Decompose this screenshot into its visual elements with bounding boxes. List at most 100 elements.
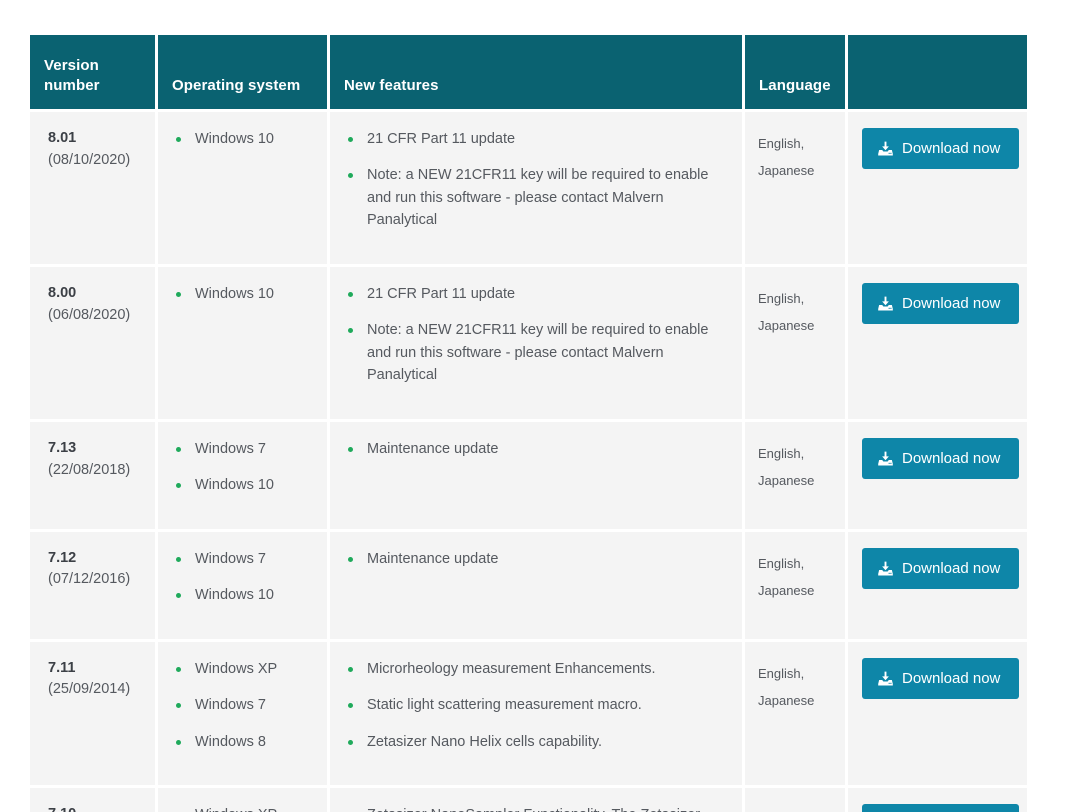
table-row: 7.11 (25/09/2014) Windows XP Windows 7 Windo…: [30, 641, 1027, 786]
column-header-action: [848, 35, 1027, 109]
cell-download-action: Download now: [848, 112, 1027, 264]
table-header-row: Version number Operating system New feat…: [30, 35, 1027, 109]
download-now-button[interactable]: Download now: [862, 282, 1020, 324]
operating-system-item: Windows 10: [172, 584, 313, 606]
new-features-list: Microrheology measurement Enhancements. S…: [344, 658, 728, 753]
download-icon: [878, 671, 893, 686]
new-features-item: Microrheology measurement Enhancements.: [344, 658, 728, 680]
new-features-list: Maintenance update: [344, 438, 728, 460]
version-release-date: (07/12/2016): [48, 571, 131, 588]
new-features-item: Zetasizer NanoSampler Functionality. The…: [344, 804, 728, 812]
cell-version-number: 8.00 (06/08/2020): [30, 266, 155, 419]
cell-new-features: 21 CFR Part 11 update Note: a NEW 21CFR11…: [330, 112, 742, 264]
operating-system-list: Windows XPWindows 7Windows 8: [172, 804, 313, 812]
download-icon: [878, 296, 893, 311]
download-now-button[interactable]: Download now: [862, 128, 1020, 169]
operating-system-item: Windows 10: [172, 128, 313, 150]
cell-new-features: Microrheology measurement Enhancements. S…: [330, 641, 742, 786]
new-features-item: Zetasizer Nano Helix cells capability.: [344, 731, 728, 753]
cell-version-number: 7.10(16/04/2014): [30, 788, 155, 812]
operating-system-list: Windows XP Windows 7 Windows 8: [172, 658, 313, 753]
operating-system-item: Windows 7: [172, 438, 313, 460]
language-value: Japanese: [758, 318, 815, 334]
column-header-version-number: Version number: [30, 35, 155, 109]
cell-operating-system: Windows 10: [158, 112, 327, 264]
new-features-list: Maintenance update: [344, 548, 728, 570]
version-number-value: 8.00: [48, 284, 77, 301]
download-now-button-label: Download now: [902, 449, 1001, 467]
cell-download-action: Download now: [848, 421, 1027, 529]
version-release-date: (25/09/2014): [48, 681, 131, 698]
operating-system-item: Windows XP: [172, 658, 313, 680]
version-number-value: 7.11: [48, 659, 76, 676]
language-value: English,: [758, 806, 831, 812]
download-now-button[interactable]: Download now: [862, 657, 1020, 699]
table-row: 7.10(16/04/2014) Windows XPWindows 7Windo…: [30, 788, 1027, 812]
cell-operating-system: Windows 7 Windows 10: [158, 531, 327, 639]
language-value: English,: [758, 555, 805, 571]
download-icon: [878, 561, 893, 576]
cell-language: English, Japanese: [745, 641, 845, 786]
cell-language: English,Japanese: [745, 788, 845, 812]
operating-system-item: Windows XP: [172, 804, 313, 812]
table-body: 8.01 (08/10/2020) Windows 10 21 CFR Part 11…: [30, 112, 1027, 812]
version-release-date: (08/10/2020): [48, 151, 131, 168]
operating-system-list: Windows 10: [172, 283, 313, 305]
cell-operating-system: Windows XPWindows 7Windows 8: [158, 788, 327, 812]
page-root: Version number Operating system New feat…: [0, 0, 1080, 812]
cell-operating-system: Windows 7 Windows 10: [158, 421, 327, 529]
download-now-button[interactable]: Download now: [862, 804, 1020, 812]
language-value: English,: [758, 290, 805, 306]
version-release-date: (22/08/2018): [48, 461, 131, 478]
new-features-item: Note: a NEW 21CFR11 key will be required…: [344, 319, 728, 386]
download-now-button[interactable]: Download now: [862, 547, 1020, 589]
download-icon: [878, 141, 893, 156]
operating-system-list: Windows 7 Windows 10: [172, 438, 313, 497]
language-value: Japanese: [758, 582, 815, 598]
cell-new-features: Maintenance update: [330, 531, 742, 639]
cell-language: English, Japanese: [745, 266, 845, 419]
version-number-value: 7.12: [48, 549, 77, 566]
new-features-item: Maintenance update: [344, 438, 728, 460]
version-release-date: (06/08/2020): [48, 306, 131, 323]
cell-new-features: Maintenance update: [330, 421, 742, 529]
download-icon: [878, 451, 893, 466]
download-now-button-label: Download now: [902, 140, 1001, 157]
language-value: English,: [758, 665, 805, 681]
new-features-list: 21 CFR Part 11 update Note: a NEW 21CFR11…: [344, 283, 728, 387]
column-header-language: Language: [745, 35, 845, 109]
new-features-item: Static light scattering measurement macr…: [344, 694, 728, 716]
cell-download-action: Download now: [848, 641, 1027, 786]
download-now-button[interactable]: Download now: [862, 437, 1020, 479]
column-header-new-features: New features: [330, 35, 742, 109]
operating-system-item: Windows 10: [172, 474, 313, 496]
column-header-version-line1: Version: [44, 57, 99, 75]
column-header-version-line2: number: [44, 77, 100, 95]
operating-system-item: Windows 7: [172, 694, 313, 716]
table-row: 7.12 (07/12/2016) Windows 7 Windows 10 Maint…: [30, 531, 1027, 639]
cell-version-number: 7.12 (07/12/2016): [30, 531, 155, 639]
download-now-button-label: Download now: [902, 669, 1001, 687]
cell-download-action: Download now: [848, 788, 1027, 812]
cell-new-features: 21 CFR Part 11 update Note: a NEW 21CFR11…: [330, 266, 742, 419]
cell-download-action: Download now: [848, 531, 1027, 639]
cell-language: English, Japanese: [745, 531, 845, 639]
operating-system-list: Windows 10: [172, 128, 313, 150]
language-value: Japanese: [758, 473, 815, 489]
cell-language: English,Japanese: [745, 112, 845, 264]
table-row: 8.01 (08/10/2020) Windows 10 21 CFR Part 11…: [30, 112, 1027, 264]
cell-version-number: 8.01 (08/10/2020): [30, 112, 155, 264]
table-row: 8.00 (06/08/2020) Windows 10 21 CFR Part 11…: [30, 266, 1027, 419]
new-features-list: Zetasizer NanoSampler Functionality. The…: [344, 804, 728, 812]
operating-system-list: Windows 7 Windows 10: [172, 548, 313, 607]
cell-operating-system: Windows XP Windows 7 Windows 8: [158, 641, 327, 786]
operating-system-item: Windows 8: [172, 731, 313, 753]
new-features-item: Maintenance update: [344, 548, 728, 570]
version-number-value: 7.13: [48, 439, 77, 456]
table-header: Version number Operating system New feat…: [30, 35, 1027, 109]
language-value: English,: [758, 136, 805, 151]
operating-system-item: Windows 10: [172, 283, 313, 305]
language-value: Japanese: [758, 692, 815, 708]
new-features-item: Note: a NEW 21CFR11 key will be required…: [344, 164, 728, 231]
version-table-container: Version number Operating system New feat…: [30, 35, 1030, 812]
